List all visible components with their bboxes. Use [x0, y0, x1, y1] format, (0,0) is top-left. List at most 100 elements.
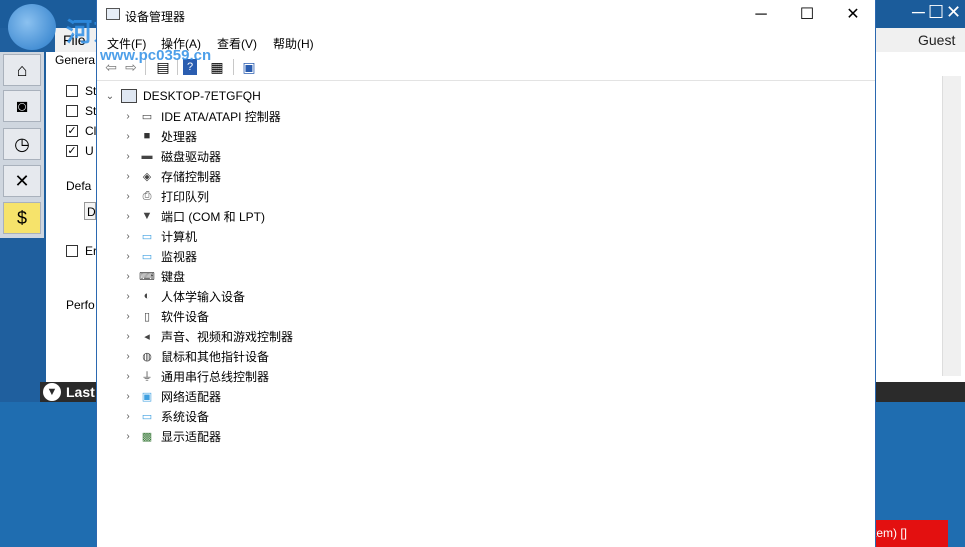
guest-label: Guest: [918, 32, 956, 48]
chevron-right-icon[interactable]: ›: [123, 211, 133, 222]
tree-category-label: IDE ATA/ATAPI 控制器: [161, 109, 281, 124]
chevron-right-icon[interactable]: ›: [123, 151, 133, 162]
tree-category-label: 声音、视频和游戏控制器: [161, 329, 294, 344]
tree-category-node[interactable]: › ◈ 存储控制器: [123, 166, 221, 186]
tree-category-node[interactable]: › ⌨ 键盘: [123, 266, 185, 286]
tree-category-node[interactable]: › ▩ 显示适配器: [123, 426, 221, 446]
bg-maximize-icon[interactable]: ☐: [928, 2, 944, 23]
tree-category-label: 打印队列: [161, 189, 210, 204]
chevron-right-icon[interactable]: ›: [123, 171, 133, 182]
tree-category-node[interactable]: › ⎙ 打印队列: [123, 186, 209, 206]
chevron-right-icon[interactable]: ›: [123, 391, 133, 402]
disk-drive-icon: ▬: [141, 150, 153, 162]
chevron-right-icon[interactable]: ›: [123, 311, 133, 322]
tree-category-node[interactable]: › ◂ 声音、视频和游戏控制器: [123, 326, 293, 346]
chevron-down-icon[interactable]: ⌄: [105, 91, 115, 102]
tree-root-label: DESKTOP-7ETGFQH: [143, 89, 261, 103]
chevron-right-icon[interactable]: ›: [123, 131, 133, 142]
tree-category-label: 端口 (COM 和 LPT): [161, 209, 265, 224]
tree-category-node[interactable]: › ◐ 人体学输入设备: [123, 286, 245, 306]
tree-category-label: 计算机: [161, 229, 198, 244]
sidebar-dollar-icon[interactable]: $: [3, 202, 41, 234]
tree-category-label: 网络适配器: [161, 389, 222, 404]
sidebar-clock-icon[interactable]: ◷: [3, 128, 41, 160]
tree-category-label: 处理器: [161, 129, 198, 144]
tree-category-label: 监视器: [161, 249, 198, 264]
tree-category-node[interactable]: › ⏚ 通用串行总线控制器: [123, 366, 269, 386]
chevron-right-icon[interactable]: ›: [123, 251, 133, 262]
device-manager-window: 设备管理器 ─ ☐ ✕ 文件(F) 操作(A) 查看(V) 帮助(H) ⇦ ⇨ …: [96, 0, 876, 547]
tree-category-label: 软件设备: [161, 309, 210, 324]
audio-icon: ◂: [144, 330, 150, 343]
processor-icon: ■: [143, 130, 151, 142]
device-manager-icon: [106, 8, 120, 20]
tree-category-node[interactable]: › ▭ 计算机: [123, 226, 197, 246]
chevron-right-icon[interactable]: ›: [123, 431, 133, 442]
tree-category-label: 通用串行总线控制器: [161, 369, 270, 384]
tree-category-node[interactable]: › ▭ 监视器: [123, 246, 197, 266]
close-button[interactable]: ✕: [830, 3, 876, 27]
sidebar-home-icon[interactable]: ⌂: [3, 54, 41, 86]
bg-checkbox-2[interactable]: [66, 105, 78, 117]
tree-category-node[interactable]: › ■ 处理器: [123, 126, 197, 146]
bg-dropdown-value: D: [87, 205, 96, 219]
dm-menubar: 文件(F) 操作(A) 查看(V) 帮助(H): [97, 31, 875, 53]
bg-checkbox-3[interactable]: ✓: [66, 125, 78, 137]
dm-titlebar[interactable]: 设备管理器 ─ ☐ ✕: [97, 0, 875, 30]
bg-sidebar: ⌂ ◙ ◷ ✕ $: [0, 52, 44, 238]
port-icon: ▼: [141, 210, 153, 222]
bg-perf-label: Perfo: [66, 298, 95, 312]
scan-hardware-icon[interactable]: ▣: [239, 57, 259, 77]
bg-minimize-icon[interactable]: ─: [912, 2, 925, 23]
tree-category-node[interactable]: › ▣ 网络适配器: [123, 386, 221, 406]
bg-check-label-4: U: [85, 144, 94, 158]
chevron-right-icon[interactable]: ›: [123, 291, 133, 302]
watermark-url: www.pc0359.cn: [100, 47, 212, 64]
bg-check-label-1: St: [85, 84, 97, 98]
bg-tab-general[interactable]: Genera: [55, 53, 95, 67]
system-device-icon: ▭: [141, 410, 153, 423]
chevron-right-icon[interactable]: ›: [123, 111, 133, 122]
storage-controller-icon: ◈: [142, 170, 152, 183]
printer-icon: ⎙: [142, 189, 152, 202]
tree-category-node[interactable]: › ▬ 磁盘驱动器: [123, 146, 221, 166]
bg-scrollbar[interactable]: [942, 76, 961, 376]
tree-category-node[interactable]: › ▯ 软件设备: [123, 306, 209, 326]
keyboard-icon: ⌨: [139, 270, 155, 283]
tree-category-node[interactable]: › ▼ 端口 (COM 和 LPT): [123, 206, 265, 226]
chevron-down-icon[interactable]: ▼: [43, 383, 61, 401]
bg-checkbox-enable[interactable]: [66, 245, 78, 257]
network-adapter-icon: ▣: [141, 390, 153, 403]
bg-close-icon[interactable]: ✕: [946, 2, 961, 23]
menu-help[interactable]: 帮助(H): [273, 35, 314, 52]
bg-checkbox-4[interactable]: ✓: [66, 145, 78, 157]
bg-checkbox-1[interactable]: [66, 85, 78, 97]
tree-root-node[interactable]: ⌄ DESKTOP-7ETGFQH: [105, 86, 261, 106]
display-adapter-icon: ▩: [141, 430, 153, 443]
tree-category-node[interactable]: › ▭ 系统设备: [123, 406, 209, 426]
dm-title: 设备管理器: [125, 10, 186, 24]
tree-category-node[interactable]: › ◍ 鼠标和其他指针设备: [123, 346, 269, 366]
bg-status-text: Last: [66, 384, 95, 400]
menu-view[interactable]: 查看(V): [217, 35, 257, 52]
sidebar-tools-icon[interactable]: ✕: [3, 165, 41, 197]
tree-category-label: 显示适配器: [161, 429, 222, 444]
chevron-right-icon[interactable]: ›: [123, 271, 133, 282]
minimize-button[interactable]: ─: [738, 3, 784, 27]
chevron-right-icon[interactable]: ›: [123, 371, 133, 382]
tree-category-label: 系统设备: [161, 409, 210, 424]
maximize-button[interactable]: ☐: [784, 3, 830, 27]
device-tree: ⌄ DESKTOP-7ETGFQH › ▭ IDE ATA/ATAPI 控制器 › ■ 处…: [97, 82, 875, 547]
usb-icon: ⏚: [141, 371, 153, 383]
computer-icon: ▭: [141, 230, 153, 243]
tree-category-node[interactable]: › ▭ IDE ATA/ATAPI 控制器: [123, 106, 281, 126]
chevron-right-icon[interactable]: ›: [123, 411, 133, 422]
bg-default-dropdown[interactable]: D: [84, 202, 96, 220]
tree-category-label: 磁盘驱动器: [161, 149, 222, 164]
chevron-right-icon[interactable]: ›: [123, 191, 133, 202]
sidebar-gamepad-icon[interactable]: ◙: [3, 90, 41, 122]
hid-icon: ◐: [143, 290, 151, 302]
chevron-right-icon[interactable]: ›: [123, 351, 133, 362]
chevron-right-icon[interactable]: ›: [123, 231, 133, 242]
chevron-right-icon[interactable]: ›: [123, 331, 133, 342]
